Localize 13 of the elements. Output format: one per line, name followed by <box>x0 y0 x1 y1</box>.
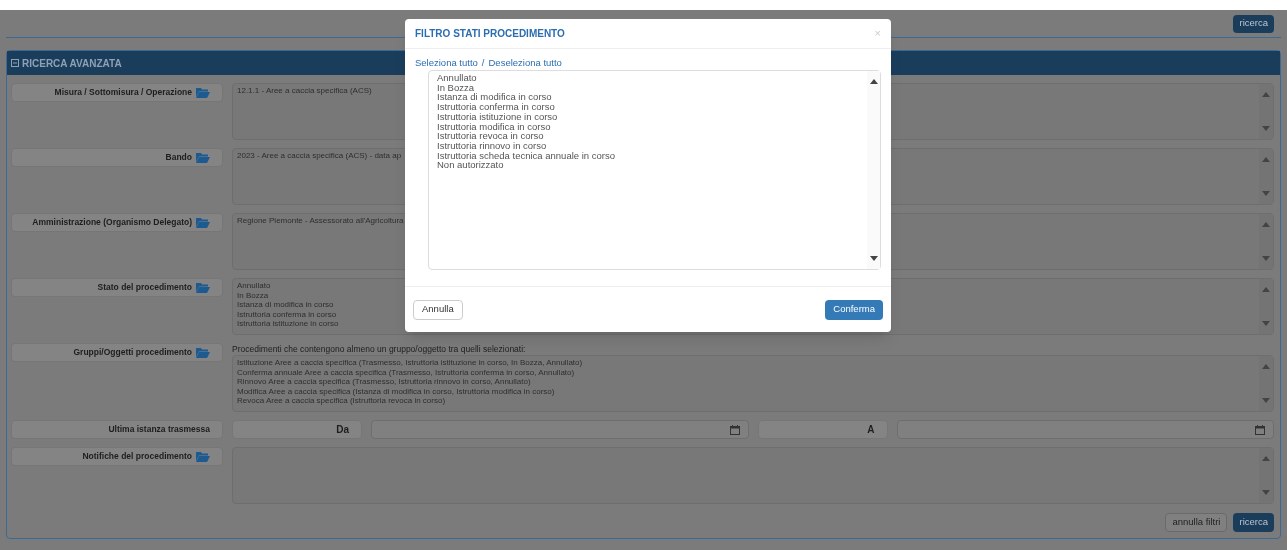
help-text: Procedimenti che contengono almeno un gruppo/oggetto tra quelli selezionati: <box>232 343 527 355</box>
field-label: Bando <box>11 148 223 167</box>
field-label: Gruppi/Oggetti procedimento <box>11 343 223 362</box>
modal-title: FILTRO STATI PROCEDIMENTO <box>415 27 565 41</box>
date-to-label: A <box>757 420 888 439</box>
field-label: Ultima istanza trasmessa <box>11 420 223 439</box>
panel-title: RICERCA AVANZATA <box>22 56 122 71</box>
field-label: Notifiche del procedimento <box>11 447 223 466</box>
link-separator: / <box>481 57 485 69</box>
field-label: Stato del procedimento <box>11 278 223 297</box>
field-label: Amministrazione (Organismo Delegato) <box>11 213 223 232</box>
field-label: Misura / Sottomisura / Operazione <box>11 83 223 102</box>
date-from-label: Da <box>232 420 362 439</box>
